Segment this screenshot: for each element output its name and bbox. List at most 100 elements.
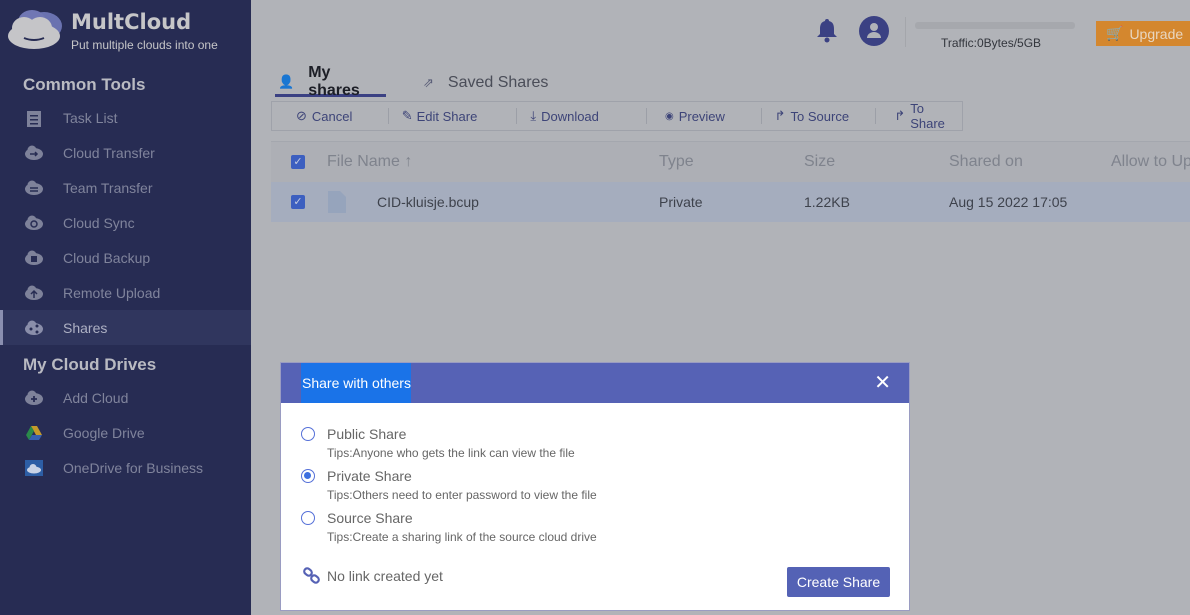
share-icon (24, 319, 44, 337)
column-label: File Name (327, 153, 400, 170)
sidebar-item-cloud-transfer[interactable]: Cloud Transfer (0, 135, 251, 170)
private-share-tip: Tips:Others need to enter password to vi… (327, 488, 597, 502)
tab-label: Saved Shares (447, 74, 549, 91)
add-cloud-icon (24, 389, 44, 407)
radio-private[interactable] (301, 469, 315, 483)
file-icon (328, 191, 346, 216)
user-icon: 👤 (278, 73, 295, 89)
upgrade-button[interactable]: 🛒 Upgrade (1096, 21, 1190, 46)
sidebar-item-onedrive-business[interactable]: OneDrive for Business (0, 450, 251, 485)
my-cloud-drives-heading: My Cloud Drives (23, 355, 157, 374)
public-share-tip: Tips:Anyone who gets the link can view t… (327, 446, 575, 460)
cancel-button[interactable]: ⊘ Cancel (296, 102, 388, 130)
sidebar-item-google-drive[interactable]: Google Drive (0, 415, 251, 450)
shared-on-date: Aug 15 2022 17:05 (949, 194, 1068, 210)
create-share-button[interactable]: Create Share (787, 567, 890, 597)
team-transfer-icon (24, 179, 44, 197)
public-share-option[interactable]: Public Share (301, 426, 406, 442)
column-size[interactable]: Size (804, 153, 835, 171)
divider (760, 108, 762, 124)
brand-name: MultCloud (71, 10, 192, 34)
upgrade-label: Upgrade (1129, 25, 1184, 42)
brand-tagline: Put multiple clouds into one (71, 38, 218, 52)
radio-public[interactable] (301, 427, 315, 441)
cloud-logo-icon (8, 10, 62, 49)
cloud-transfer-icon (24, 144, 44, 162)
preview-button[interactable]: ◉ Preview (665, 102, 761, 130)
sidebar-item-label: Cloud Backup (63, 249, 151, 266)
sidebar-item-label: Team Transfer (63, 179, 153, 196)
upload-icon (24, 284, 44, 302)
cloud-backup-icon (24, 249, 44, 267)
button-label: Edit Share (416, 108, 478, 124)
download-button[interactable]: ⤓ Download (530, 102, 646, 130)
link-icon (303, 567, 320, 584)
file-name[interactable]: CID-kluisje.bcup (377, 194, 479, 210)
source-share-option[interactable]: Source Share (301, 510, 413, 526)
divider (516, 108, 518, 124)
edit-share-button[interactable]: ✎ Edit Share (402, 102, 517, 130)
sidebar-item-label: OneDrive for Business (63, 459, 204, 476)
radio-source[interactable] (301, 511, 315, 525)
share-toolbar: ⊘ Cancel ✎ Edit Share ⤓ Download ◉ Preview ↱… (271, 101, 963, 131)
file-type: Private (659, 194, 703, 210)
tab-label: My shares (308, 63, 360, 99)
link-status: No link created yet (303, 567, 443, 585)
tab-my-shares[interactable]: 👤 My shares (275, 64, 386, 99)
sidebar-item-task-list[interactable]: Task List (0, 100, 251, 135)
link-status-text: No link created yet (327, 568, 443, 584)
column-file-name[interactable]: File Name ↑ (327, 153, 412, 171)
to-source-button[interactable]: ↱ To Source (775, 102, 876, 130)
tab-saved-shares[interactable]: ⇗ Saved Shares (423, 69, 548, 97)
divider (645, 108, 647, 124)
table-row[interactable]: ✓ CID-kluisje.bcup Private 1.22KB Aug 15… (271, 182, 1190, 222)
saved-share-icon: ⇗ (423, 75, 434, 90)
cart-icon: 🛒 (1106, 25, 1124, 41)
column-type[interactable]: Type (659, 153, 694, 171)
shares-table: ✓ File Name ↑ Type Size Shared on Allow … (271, 141, 1190, 222)
user-avatar-icon[interactable] (859, 16, 889, 46)
sidebar-item-cloud-sync[interactable]: Cloud Sync (0, 205, 251, 240)
onedrive-icon (24, 459, 44, 477)
button-label: To Source (790, 108, 850, 124)
close-icon[interactable]: ✕ (874, 373, 891, 393)
forward-arrow-icon: ↱ (774, 108, 786, 123)
ban-icon: ⊘ (296, 108, 307, 123)
divider (875, 108, 877, 124)
dialog-title: Share with others (301, 363, 411, 403)
to-share-button[interactable]: ↱ To Share (894, 101, 962, 131)
download-icon: ⤓ (530, 108, 537, 123)
sidebar-item-add-cloud[interactable]: Add Cloud (0, 380, 251, 415)
sidebar-item-remote-upload[interactable]: Remote Upload (0, 275, 251, 310)
sort-up-icon: ↑ (404, 153, 413, 170)
header-divider (905, 17, 906, 47)
file-size: 1.22KB (804, 194, 850, 210)
sidebar-item-shares[interactable]: Shares (0, 310, 251, 345)
eye-icon: ◉ (664, 110, 674, 122)
button-label: Download (541, 108, 599, 124)
google-drive-icon (24, 424, 44, 442)
select-all-checkbox[interactable]: ✓ (291, 155, 305, 169)
bell-icon[interactable] (816, 17, 838, 48)
cloud-sync-icon (24, 214, 44, 232)
private-share-option[interactable]: Private Share (301, 468, 412, 484)
row-checkbox[interactable]: ✓ (291, 195, 305, 209)
traffic-text: Traffic:0Bytes/5GB (941, 36, 1042, 50)
forward-arrow-icon: ↱ (894, 108, 906, 123)
sidebar-item-team-transfer[interactable]: Team Transfer (0, 170, 251, 205)
share-with-others-dialog: Share with others ✕ Public Share Tips:An… (280, 362, 910, 611)
traffic-progress-bar (915, 22, 1075, 29)
multcloud-logo[interactable] (4, 8, 64, 52)
table-header: ✓ File Name ↑ Type Size Shared on Allow … (271, 141, 1190, 182)
column-allow-upload[interactable]: Allow to Up (1111, 153, 1190, 171)
sidebar-item-label: Remote Upload (63, 284, 161, 301)
divider (387, 108, 389, 124)
sidebar-item-cloud-backup[interactable]: Cloud Backup (0, 240, 251, 275)
sidebar-item-label: Add Cloud (63, 389, 129, 406)
button-label: To Share (910, 101, 945, 131)
button-label: Cancel (311, 108, 353, 124)
option-label: Private Share (327, 468, 412, 484)
sidebar: MultCloud Put multiple clouds into one C… (0, 0, 251, 615)
column-shared-on[interactable]: Shared on (949, 153, 1023, 171)
sidebar-item-label: Cloud Transfer (63, 144, 155, 161)
